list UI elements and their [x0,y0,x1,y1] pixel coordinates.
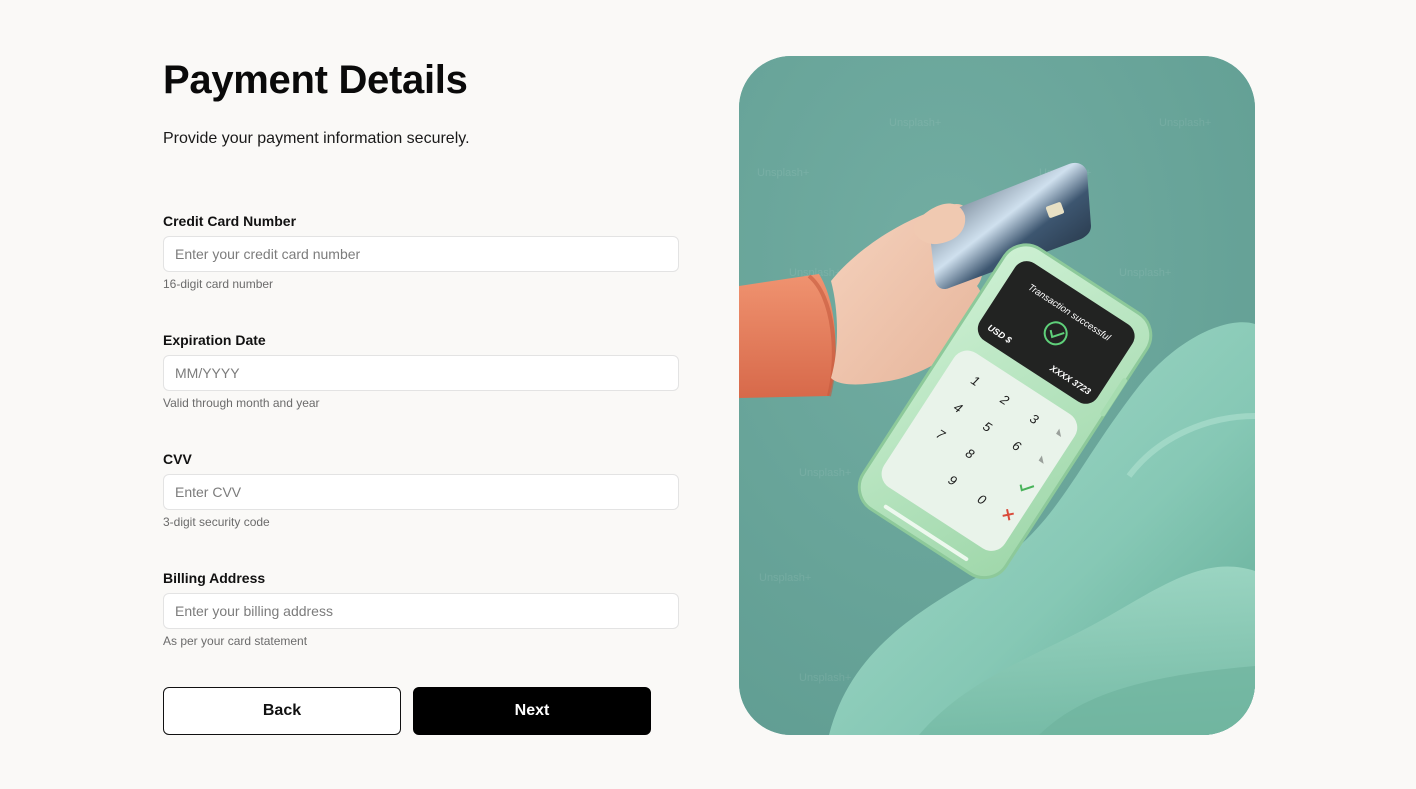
expiration-label: Expiration Date [163,332,266,348]
cvv-hint: 3-digit security code [163,515,270,529]
next-button[interactable]: Next [413,687,651,735]
expiration-field-group: Expiration Date Valid through month and … [163,331,679,411]
expiration-hint: Valid through month and year [163,396,320,410]
svg-text:Unsplash+: Unsplash+ [1119,267,1171,279]
svg-text:Unsplash+: Unsplash+ [889,117,941,129]
billing-address-label: Billing Address [163,570,266,586]
payment-form: Payment Details Provide your payment inf… [163,0,680,789]
credit-card-field-group: Credit Card Number 16-digit card number [163,212,679,292]
svg-text:Unsplash+: Unsplash+ [757,167,809,179]
credit-card-label: Credit Card Number [163,213,297,229]
credit-card-hint: 16-digit card number [163,277,274,291]
svg-text:Unsplash+: Unsplash+ [799,672,851,684]
credit-card-input[interactable] [163,236,679,272]
billing-address-hint: As per your card statement [163,634,308,648]
svg-text:Unsplash+: Unsplash+ [759,572,811,584]
billing-address-input[interactable] [163,593,679,629]
back-button[interactable]: Back [163,687,401,735]
expiration-input[interactable] [163,355,679,391]
cvv-label: CVV [163,451,192,467]
page-title: Payment Details [163,58,468,102]
cvv-input[interactable] [163,474,679,510]
payment-illustration: Unsplash+ Unsplash+ Unsplash+ Unsplash+ … [739,56,1255,735]
cvv-field-group: CVV 3-digit security code [163,450,679,530]
billing-address-field-group: Billing Address As per your card stateme… [163,569,679,649]
svg-text:Unsplash+: Unsplash+ [799,467,851,479]
payment-terminal-illustration: Unsplash+ Unsplash+ Unsplash+ Unsplash+ … [739,56,1255,735]
svg-text:Unsplash+: Unsplash+ [1159,117,1211,129]
page-subtitle: Provide your payment information securel… [163,130,470,147]
